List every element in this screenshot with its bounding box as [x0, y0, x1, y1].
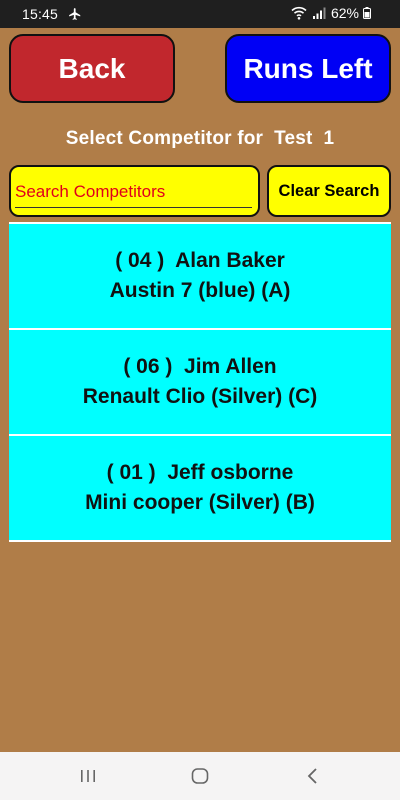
search-input[interactable]	[15, 177, 252, 208]
signal-icon	[312, 7, 326, 19]
back-button[interactable]: Back	[9, 34, 175, 103]
status-indicators: 62%	[291, 5, 376, 21]
page-title: Select Competitor for Test 1	[65, 128, 335, 149]
competitor-car: Renault Clio (Silver) (C)	[82, 385, 318, 408]
competitor-name: ( 06 ) Jim Allen	[123, 355, 277, 378]
battery-percent: 62%	[330, 5, 359, 21]
competitor-row[interactable]: ( 04 ) Alan Baker Austin 7 (blue) (A)	[9, 222, 391, 330]
search-box	[9, 165, 260, 217]
competitor-car: Austin 7 (blue) (A)	[109, 279, 291, 302]
recents-icon	[81, 770, 95, 782]
competitor-list: ( 04 ) Alan Baker Austin 7 (blue) (A) ( …	[9, 222, 391, 542]
navigation-bar	[0, 752, 400, 800]
airplane-icon	[69, 8, 81, 20]
runs-left-button-label: Runs Left	[243, 52, 373, 84]
back-button-label: Back	[58, 52, 126, 84]
runs-left-button[interactable]: Runs Left	[225, 34, 391, 103]
competitor-name: ( 01 ) Jeff osborne	[106, 461, 294, 484]
nav-back-button[interactable]	[298, 764, 326, 788]
competitor-row[interactable]: ( 06 ) Jim Allen Renault Clio (Silver) (…	[9, 330, 391, 436]
home-icon	[191, 768, 209, 784]
competitor-name: ( 04 ) Alan Baker	[115, 249, 285, 272]
home-button[interactable]	[186, 764, 214, 788]
wifi-icon	[291, 6, 307, 20]
competitor-car: Mini cooper (Silver) (B)	[85, 491, 315, 514]
status-bar: 15:45 62%	[0, 0, 400, 28]
competitor-row[interactable]: ( 01 ) Jeff osborne Mini cooper (Silver)…	[9, 436, 391, 542]
clear-search-button[interactable]: Clear Search	[267, 165, 391, 217]
status-time: 15:45	[22, 6, 59, 22]
clear-search-label: Clear Search	[278, 181, 380, 200]
back-icon	[307, 768, 317, 784]
recents-button[interactable]	[74, 764, 102, 788]
battery-icon	[363, 7, 371, 19]
